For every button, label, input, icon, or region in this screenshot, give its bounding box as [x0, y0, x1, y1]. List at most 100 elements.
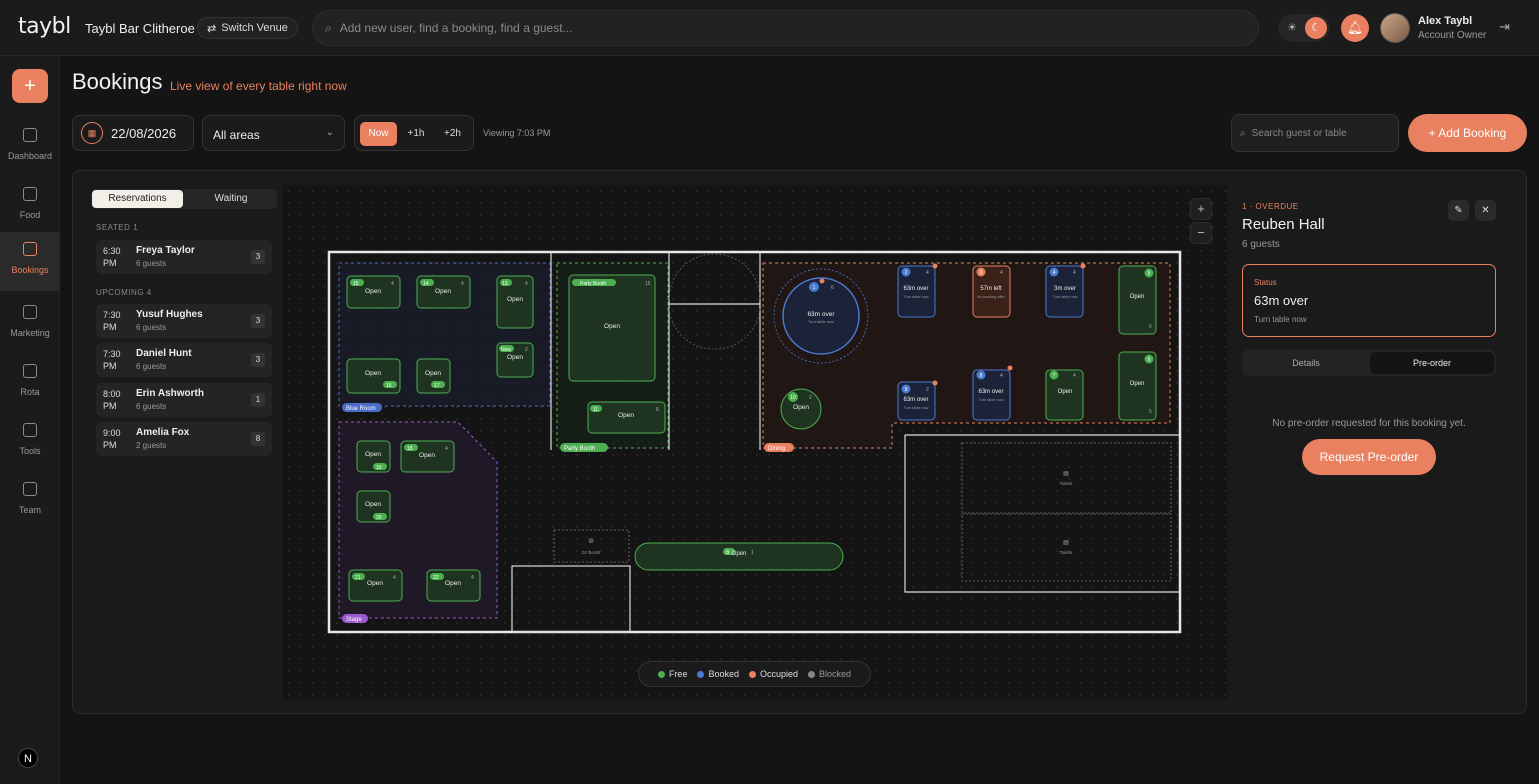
- legend-label: Free: [668, 669, 688, 679]
- reservation-card[interactable]: 7:30 PM Yusuf Hughes 6 guests 3: [96, 304, 272, 338]
- table-8[interactable]: 8 4 63m over Turn table now: [972, 365, 1013, 421]
- table-number: 15: [353, 281, 359, 287]
- notifications-bell-icon[interactable]: 🔔︎: [1341, 14, 1369, 42]
- avatar[interactable]: [1380, 13, 1410, 43]
- table-17[interactable]: Open 17: [416, 358, 451, 394]
- calendar-icon: ▦: [81, 122, 103, 144]
- toilets-2[interactable]: ▤ Toilets: [961, 513, 1172, 582]
- dj-booth-outline: [553, 529, 630, 563]
- tab-pre-order[interactable]: Pre-order: [1370, 352, 1494, 374]
- sidebar-item-dashboard[interactable]: Dashboard: [0, 118, 60, 174]
- reservation-card[interactable]: 8:00 PM Erin Ashworth 6 guests 1: [96, 383, 272, 417]
- table-seats: 2: [809, 395, 812, 401]
- switch-venue-button[interactable]: ⇄ Switch Venue: [197, 17, 298, 39]
- table-number: 5: [1148, 271, 1151, 277]
- user-role: Account Owner: [1418, 30, 1487, 41]
- date-picker[interactable]: ▦ 22/08/2026: [72, 115, 194, 151]
- moon-icon[interactable]: ☾: [1305, 17, 1327, 39]
- table-new[interactable]: New 2 Open: [496, 342, 534, 378]
- table-seats: 6: [1149, 324, 1152, 330]
- sidebar-item-tools[interactable]: Tools: [0, 413, 60, 469]
- tab-reservations[interactable]: Reservations: [92, 190, 183, 208]
- time-selector: Now +1h +2h: [354, 115, 474, 151]
- table-4[interactable]: 4 4 3m over Turn table now: [1045, 263, 1086, 318]
- sidebar-item-label: Marketing: [10, 328, 50, 338]
- table-3[interactable]: 3 4 57m left No booking after: [972, 265, 1011, 318]
- reservation-name: Freya Taylor: [136, 245, 195, 256]
- quick-add-button[interactable]: +: [12, 69, 48, 103]
- toilets-label: Toilets: [1060, 481, 1074, 486]
- add-booking-button[interactable]: + Add Booking: [1408, 114, 1527, 152]
- tab-details[interactable]: Details: [1244, 352, 1368, 374]
- table-20[interactable]: Open 20: [356, 490, 391, 523]
- user-name: Alex Taybl: [1418, 15, 1473, 27]
- table-seats: 4: [525, 281, 528, 287]
- sidebar-item-team[interactable]: Team: [0, 472, 60, 528]
- reservation-card[interactable]: 7:30 PM Daniel Hunt 6 guests 3: [96, 343, 272, 377]
- table-status: 63m over: [978, 389, 1003, 395]
- table-9[interactable]: 9 2 63m over Turn table now: [897, 380, 938, 421]
- app-logo[interactable]: taybl: [18, 14, 71, 39]
- table-party-booth[interactable]: Party Booth 16 Open: [568, 274, 656, 382]
- table-status: Open: [365, 288, 381, 295]
- table-7[interactable]: 7 4 Open: [1045, 369, 1084, 421]
- table-2[interactable]: 2 4 63m over Turn table now: [897, 263, 938, 318]
- toilets-1[interactable]: ▤ Toilets: [961, 442, 1172, 514]
- table-19[interactable]: Open 19: [356, 440, 391, 473]
- tab-waiting[interactable]: Waiting: [186, 190, 276, 208]
- theme-toggle[interactable]: ☀ ☾: [1278, 14, 1330, 42]
- table-21[interactable]: 21 4 Open: [348, 569, 403, 602]
- overdue-dot: [819, 278, 825, 284]
- booking-guest-count: 6 guests: [1242, 239, 1280, 250]
- table-status: 63m over: [903, 397, 928, 403]
- sidebar-item-rota[interactable]: Rota: [0, 354, 60, 410]
- table-22[interactable]: 22 4 Open: [426, 569, 481, 602]
- table-16[interactable]: Open 16: [346, 358, 401, 394]
- rota-icon: [23, 364, 37, 378]
- logout-icon[interactable]: ⇥: [1499, 19, 1510, 35]
- sidebar-item-bookings[interactable]: Bookings: [0, 232, 60, 291]
- time-plus2h-button[interactable]: +2h: [436, 122, 469, 146]
- edit-pencil-icon[interactable]: ✎: [1448, 200, 1469, 221]
- legend-dot: [748, 670, 756, 678]
- time-plus1h-button[interactable]: +1h: [400, 122, 432, 146]
- sidebar-item-food[interactable]: Food: [0, 177, 60, 233]
- guest-table-search[interactable]: ⌕ Search guest or table: [1231, 114, 1399, 152]
- sidebar-item-marketing[interactable]: Marketing: [0, 295, 60, 351]
- table-15[interactable]: 15 4 Open: [346, 275, 401, 309]
- table-5[interactable]: 5 Open 6: [1118, 265, 1157, 335]
- table-6[interactable]: 6 Open 6: [1118, 351, 1157, 421]
- legend-label: Blocked: [819, 669, 852, 679]
- bar-counter[interactable]: B Open 1: [634, 542, 844, 571]
- table-18[interactable]: 18 4 Open: [400, 440, 455, 473]
- reservation-card[interactable]: 6:30 PM Freya Taylor 6 guests 3: [96, 240, 272, 274]
- table-substatus: Turn table now: [904, 295, 929, 299]
- workspace-badge[interactable]: N: [18, 748, 38, 768]
- global-search-input[interactable]: [339, 21, 1140, 35]
- dashboard-icon: [23, 128, 37, 142]
- table-number: Party Booth: [580, 281, 606, 287]
- table-14[interactable]: 14 4 Open: [416, 275, 471, 309]
- table-status: 63m over: [807, 311, 835, 318]
- area-select[interactable]: All areas ⌄: [202, 115, 345, 151]
- time-now-button[interactable]: Now: [360, 122, 397, 146]
- table-number: 14: [423, 281, 429, 287]
- table-seats: 4: [461, 281, 464, 287]
- table-number: 1: [813, 285, 816, 291]
- table-seats: 16: [645, 281, 651, 287]
- table-13[interactable]: 13 4 Open: [496, 275, 534, 329]
- request-preorder-button[interactable]: Request Pre-order: [1302, 439, 1436, 475]
- close-icon[interactable]: ✕: [1475, 200, 1496, 221]
- reservation-card[interactable]: 9:00 PM Amelia Fox 2 guests 8: [96, 422, 272, 456]
- sun-icon[interactable]: ☀: [1284, 20, 1300, 36]
- zoom-in-button[interactable]: +: [1190, 198, 1212, 220]
- table-seats: 1: [751, 550, 754, 556]
- page-subtitle: Live view of every table right now: [170, 79, 347, 93]
- dj-booth[interactable]: ⊘ DJ Booth: [553, 529, 630, 563]
- table-10[interactable]: 10 2 Open: [780, 388, 822, 430]
- zoom-out-button[interactable]: −: [1190, 222, 1212, 244]
- table-11[interactable]: 11 8 Open: [587, 401, 666, 434]
- global-search[interactable]: ⌕: [312, 10, 1259, 46]
- floor-plan[interactable]: Blue Room Stage Party Booth Dining 15 4 …: [283, 185, 1227, 699]
- dj-booth-icon: ⊘: [588, 538, 594, 545]
